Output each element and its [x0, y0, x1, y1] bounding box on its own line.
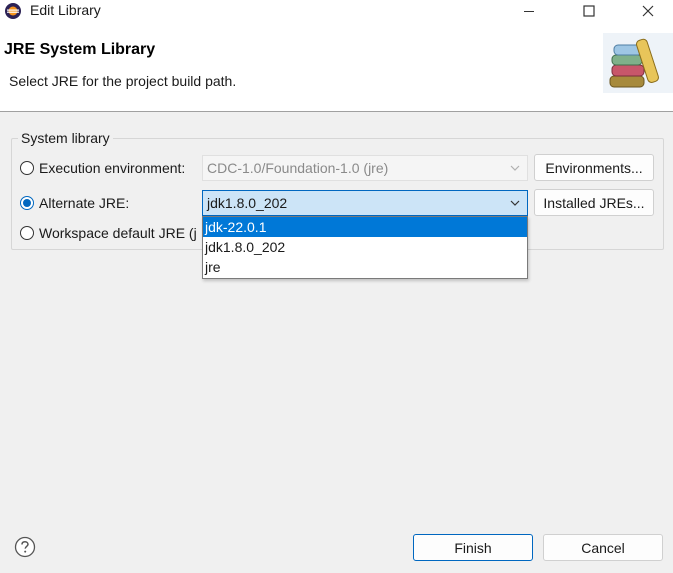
execution-environment-label: Execution environment: [39, 160, 186, 176]
header-banner: JRE System Library Select JRE for the pr… [0, 22, 673, 112]
workspace-default-radio[interactable] [20, 226, 34, 240]
cancel-button[interactable]: Cancel [543, 534, 663, 561]
execution-environment-radio[interactable] [20, 161, 34, 175]
close-icon [642, 5, 654, 17]
minimize-icon [524, 11, 534, 12]
chevron-down-icon [510, 165, 520, 171]
installed-jres-button[interactable]: Installed JREs... [534, 189, 654, 216]
window-title: Edit Library [30, 2, 101, 18]
eclipse-icon [5, 3, 21, 19]
environments-button[interactable]: Environments... [534, 154, 654, 181]
jre-dropdown-list: jdk-22.0.1 jdk1.8.0_202 jre [202, 216, 528, 279]
minimize-button[interactable] [506, 0, 552, 22]
library-books-icon [603, 33, 673, 93]
workspace-default-label: Workspace default JRE (j [39, 225, 197, 241]
help-icon[interactable] [14, 536, 36, 558]
alternate-jre-radio[interactable] [20, 196, 34, 210]
page-title: JRE System Library [4, 41, 156, 58]
close-button[interactable] [625, 0, 671, 22]
dropdown-item[interactable]: jdk-22.0.1 [203, 217, 527, 237]
page-description: Select JRE for the project build path. [9, 73, 237, 89]
alternate-jre-label: Alternate JRE: [39, 195, 130, 211]
maximize-button[interactable] [566, 0, 612, 22]
dropdown-item[interactable]: jre [203, 257, 527, 277]
chevron-down-icon [510, 200, 520, 206]
combo-value: jdk1.8.0_202 [207, 195, 288, 211]
maximize-icon [583, 5, 595, 17]
finish-button[interactable]: Finish [413, 534, 533, 561]
group-label: System library [18, 130, 113, 146]
dropdown-item[interactable]: jdk1.8.0_202 [203, 237, 527, 257]
combo-value: CDC-1.0/Foundation-1.0 (jre) [207, 160, 389, 176]
execution-environment-combo[interactable]: CDC-1.0/Foundation-1.0 (jre) [202, 155, 528, 181]
alternate-jre-combo[interactable]: jdk1.8.0_202 [202, 190, 528, 216]
title-bar: Edit Library [0, 0, 673, 22]
